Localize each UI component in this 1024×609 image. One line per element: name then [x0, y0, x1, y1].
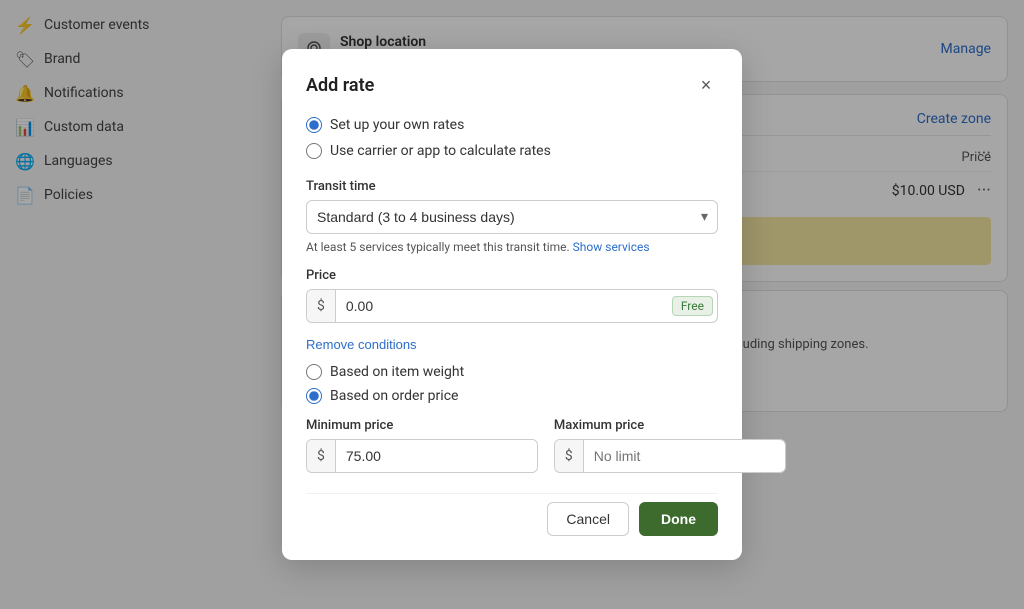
radio-order-price-input[interactable]	[306, 388, 322, 404]
radio-item-weight-input[interactable]	[306, 364, 322, 380]
radio-option-carrier[interactable]: Use carrier or app to calculate rates	[306, 143, 718, 159]
modal-close-button[interactable]: ×	[694, 73, 718, 97]
rate-type-radio-group: Set up your own rates Use carrier or app…	[306, 117, 718, 159]
transit-time-select[interactable]: Standard (3 to 4 business days) Economy …	[306, 200, 718, 234]
show-services-link[interactable]: Show services	[573, 240, 650, 254]
min-price-field: Minimum price $	[306, 418, 538, 473]
done-button[interactable]: Done	[639, 502, 718, 536]
price-field: Price $ Free	[306, 268, 718, 323]
radio-item-weight[interactable]: Based on item weight	[306, 364, 718, 380]
transit-time-select-wrapper: Standard (3 to 4 business days) Economy …	[306, 200, 718, 234]
max-currency-symbol: $	[555, 440, 584, 472]
radio-own-rates[interactable]	[306, 117, 322, 133]
free-badge: Free	[672, 296, 713, 316]
cancel-button[interactable]: Cancel	[547, 502, 629, 536]
price-field-label: Price	[306, 268, 718, 283]
page-layout: ⚡ Customer events 🏷 Brand 🔔 Notification…	[0, 0, 1024, 609]
conditions-radio-group: Based on item weight Based on order pric…	[306, 364, 718, 404]
radio-order-price-label: Based on order price	[330, 388, 458, 404]
radio-own-rates-label: Set up your own rates	[330, 117, 464, 133]
max-price-input[interactable]	[584, 440, 785, 472]
price-input[interactable]	[336, 290, 668, 322]
radio-item-weight-label: Based on item weight	[330, 364, 464, 380]
transit-time-label: Transit time	[306, 179, 718, 194]
radio-carrier[interactable]	[306, 143, 322, 159]
min-price-input[interactable]	[336, 440, 537, 472]
max-price-label: Maximum price	[554, 418, 786, 433]
max-price-input-wrapper: $	[554, 439, 786, 473]
min-price-label: Minimum price	[306, 418, 538, 433]
radio-option-own-rates[interactable]: Set up your own rates	[306, 117, 718, 133]
transit-time-field: Transit time Standard (3 to 4 business d…	[306, 179, 718, 254]
modal-overlay: Add rate × Set up your own rates Use car…	[0, 0, 1024, 609]
modal-header: Add rate ×	[306, 73, 718, 97]
transit-time-hint: At least 5 services typically meet this …	[306, 240, 718, 254]
modal-title: Add rate	[306, 75, 374, 96]
min-price-input-wrapper: $	[306, 439, 538, 473]
radio-order-price[interactable]: Based on order price	[306, 388, 718, 404]
modal-footer: Cancel Done	[306, 493, 718, 536]
max-price-field: Maximum price $	[554, 418, 786, 473]
price-currency-symbol: $	[307, 290, 336, 322]
min-currency-symbol: $	[307, 440, 336, 472]
radio-carrier-label: Use carrier or app to calculate rates	[330, 143, 551, 159]
min-max-row: Minimum price $ Maximum price $	[306, 418, 718, 473]
price-input-wrapper: $ Free	[306, 289, 718, 323]
remove-conditions-button[interactable]: Remove conditions	[306, 337, 417, 352]
add-rate-modal: Add rate × Set up your own rates Use car…	[282, 49, 742, 560]
